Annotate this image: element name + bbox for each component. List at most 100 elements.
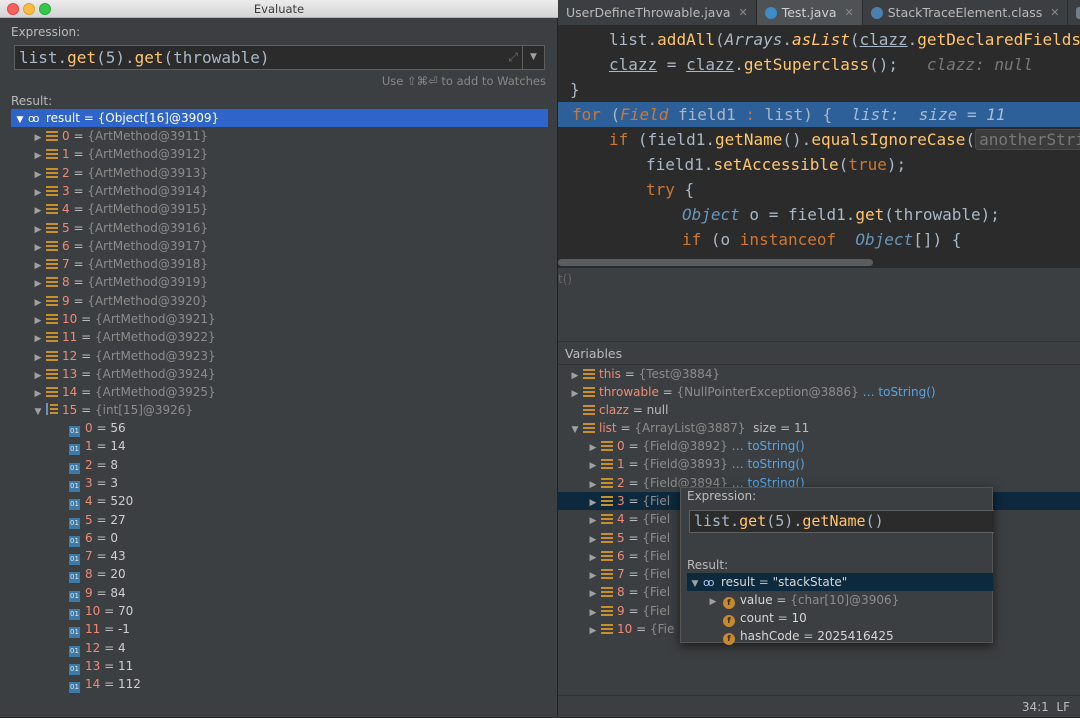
variable-row[interactable]: ▶ throwable = {NullPointerException@3886}… <box>558 383 1080 401</box>
tab-test-java[interactable]: Test.java ✕ <box>756 0 863 25</box>
int-element-row[interactable]: 01 6 = 0 <box>11 529 548 547</box>
object-field-icon <box>46 314 58 324</box>
int-element-row[interactable]: 01 1 = 14 <box>11 437 548 456</box>
int-element-row[interactable]: 01 2 = 8 <box>11 456 548 474</box>
primitive-value-icon: 01 <box>69 462 80 474</box>
close-icon[interactable]: ✕ <box>739 6 748 19</box>
int-element-row[interactable]: 01 12 = 4 <box>11 639 548 657</box>
minimize-window-button[interactable] <box>23 3 35 15</box>
int-element-row[interactable]: 01 13 = 11 <box>11 657 548 675</box>
int-element-row[interactable]: 01 14 = 112 <box>11 675 548 694</box>
expand-arrow-icon[interactable]: ▶ <box>32 312 44 330</box>
to-string-link[interactable]: … toString() <box>732 457 805 471</box>
array-element-row[interactable]: ▶ 14 = {ArtMethod@3925} <box>11 383 548 401</box>
int-element-row[interactable]: 01 11 = -1 <box>11 620 548 639</box>
result-tree: ▼ oo result = {Object[16]@3909} ▶ 0 = {ArtM… <box>11 109 548 709</box>
window-titlebar: Evaluate <box>0 0 558 18</box>
close-icon[interactable]: ✕ <box>845 6 854 19</box>
array-element-row[interactable]: ▶ 1 = {ArtMethod@3912} <box>11 145 548 163</box>
scrollbar-thumb[interactable] <box>558 259 873 266</box>
array-element-row[interactable]: ▶ 0 = {ArtMethod@3911} <box>11 127 548 145</box>
field-icon <box>601 477 613 488</box>
array-element-row[interactable]: ▶ 8 = {ArtMethod@3919} <box>11 273 548 291</box>
popup-result-root-row[interactable]: ▼ oo result = "stackState" <box>687 573 993 591</box>
editor-horizontal-scrollbar[interactable] <box>558 256 1080 268</box>
expression-field[interactable]: list.get(5).get(throwable) ⤢ ▼ <box>14 45 545 70</box>
int-element-row[interactable]: 01 10 = 70 <box>11 602 548 620</box>
expand-arrow-icon[interactable]: ▶ <box>587 439 599 457</box>
expand-arrow-icon[interactable]: ▶ <box>32 202 44 220</box>
list-element-row[interactable]: ▶ 1 = {Field@3893} … toString() <box>558 455 1080 473</box>
close-icon[interactable]: ✕ <box>1050 6 1059 19</box>
int-element-row[interactable]: 01 9 = 84 <box>11 584 548 602</box>
expand-arrow-icon[interactable]: ▶ <box>587 531 599 549</box>
expand-arrow-icon[interactable]: ▶ <box>587 622 599 640</box>
array-element-row[interactable]: ▶ 4 = {ArtMethod@3915} <box>11 200 548 218</box>
expand-arrow-icon[interactable]: ▶ <box>587 476 599 494</box>
expand-arrow-icon[interactable]: ▶ <box>32 129 44 147</box>
expand-arrow-icon[interactable]: ▶ <box>32 239 44 257</box>
code-editor[interactable]: list.addAll(Arrays.asList(clazz.getDecla… <box>558 26 1080 256</box>
expand-arrow-icon[interactable]: ▶ <box>587 604 599 622</box>
array-element-row[interactable]: ▶ 9 = {ArtMethod@3920} <box>11 292 548 310</box>
array-element-row[interactable]: ▶ 5 = {ArtMethod@3916} <box>11 219 548 237</box>
expand-arrow-icon[interactable]: ▶ <box>32 294 44 312</box>
variable-row[interactable]: clazz = null <box>558 401 1080 419</box>
expand-arrow-icon[interactable]: ▶ <box>587 567 599 585</box>
expand-arrow-icon[interactable]: ▶ <box>587 512 599 530</box>
array-element-row[interactable]: ▶ 3 = {ArtMethod@3914} <box>11 182 548 200</box>
expand-editor-icon[interactable]: ⤢ <box>508 50 518 65</box>
field-icon <box>601 587 613 598</box>
popup-field-row[interactable]: f count = 10 <box>687 609 993 627</box>
list-element-row[interactable]: ▶ 0 = {Field@3892} … toString() <box>558 437 1080 455</box>
int-element-row[interactable]: 01 0 = 56 <box>11 419 548 437</box>
array-element-row[interactable]: ▶ 10 = {ArtMethod@3921} <box>11 310 548 328</box>
expand-arrow-icon[interactable]: ▶ <box>587 494 599 512</box>
expression-input[interactable]: list.get(5).get(throwable) <box>19 46 489 69</box>
quick-evaluate-popup: Expression: list.get(5).getName() Result… <box>680 487 994 645</box>
int-element-row[interactable]: 01 8 = 20 <box>11 565 548 584</box>
array-element-row[interactable]: ▶ 2 = {ArtMethod@3913} <box>11 164 548 182</box>
expand-arrow-icon[interactable]: ▶ <box>32 330 44 348</box>
int-element-row[interactable]: 01 3 = 3 <box>11 474 548 492</box>
expand-arrow-icon[interactable]: ▶ <box>32 367 44 385</box>
result-root-row[interactable]: ▼ oo result = {Object[16]@3909} <box>11 109 548 127</box>
line-separator[interactable]: LF <box>1056 700 1070 714</box>
tab-userdefinethrowable[interactable]: UserDefineThrowable.java ✕ <box>558 0 757 25</box>
to-string-link[interactable]: … toString() <box>863 385 936 399</box>
expand-arrow-icon[interactable]: ▶ <box>32 257 44 275</box>
expand-arrow-icon[interactable]: ▶ <box>32 221 44 239</box>
to-string-link[interactable]: … toString() <box>732 439 805 453</box>
expand-arrow-icon[interactable]: ▶ <box>587 585 599 603</box>
history-dropdown-button[interactable]: ▼ <box>522 46 544 69</box>
int-element-row[interactable]: 01 4 = 520 <box>11 492 548 511</box>
array-node-row[interactable]: ▼ 15 = {int[15]@3926} <box>11 401 548 419</box>
array-element-row[interactable]: ▶ 13 = {ArtMethod@3924} <box>11 365 548 383</box>
expand-arrow-icon[interactable]: ▶ <box>32 349 44 367</box>
expand-arrow-icon[interactable]: ▶ <box>587 457 599 475</box>
close-window-button[interactable] <box>7 3 19 15</box>
primitive-value-icon: 01 <box>69 480 80 492</box>
caret-position[interactable]: 34:1 <box>1022 700 1049 714</box>
popup-expression-field[interactable]: list.get(5).getName() <box>689 510 994 533</box>
int-element-row[interactable]: 01 5 = 27 <box>11 511 548 529</box>
array-element-row[interactable]: ▶ 6 = {ArtMethod@3917} <box>11 237 548 255</box>
popup-field-row[interactable]: ▶ f value = {char[10]@3906} <box>687 591 993 609</box>
array-element-row[interactable]: ▶ 7 = {ArtMethod@3918} <box>11 255 548 273</box>
variable-row[interactable]: ▶ this = {Test@3884} <box>558 365 1080 383</box>
object-field-icon <box>46 295 58 306</box>
expand-arrow-icon[interactable]: ▶ <box>32 184 44 202</box>
popup-expression-input[interactable]: list.get(5).getName() <box>694 511 989 532</box>
int-element-row[interactable]: 01 7 = 43 <box>11 547 548 566</box>
tab-app[interactable]: app <box>1068 0 1080 25</box>
tab-stacktraceelement[interactable]: StackTraceElement.class ✕ <box>863 0 1069 25</box>
expand-arrow-icon[interactable]: ▶ <box>32 275 44 293</box>
popup-field-row[interactable]: f hashCode = 2025416425 <box>687 627 993 645</box>
expand-arrow-icon[interactable]: ▶ <box>32 147 44 165</box>
array-element-row[interactable]: ▶ 12 = {ArtMethod@3923} <box>11 347 548 365</box>
expand-arrow-icon[interactable]: ▶ <box>587 549 599 567</box>
zoom-window-button[interactable] <box>39 3 51 15</box>
array-element-row[interactable]: ▶ 11 = {ArtMethod@3922} <box>11 328 548 346</box>
expand-arrow-icon[interactable]: ▶ <box>32 166 44 184</box>
variable-row[interactable]: ▼ list = {ArrayList@3887} size = 11 <box>558 419 1080 437</box>
